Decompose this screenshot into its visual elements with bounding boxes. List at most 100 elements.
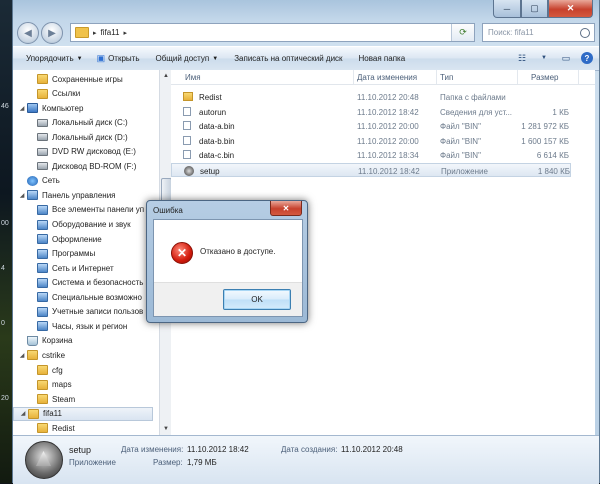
refresh-button[interactable]: ⟳: [451, 24, 474, 41]
ok-button[interactable]: OK: [223, 289, 291, 310]
file-row[interactable]: data-a.bin 11.10.2012 20:00 Файл "BIN" 1 28…: [171, 119, 571, 133]
nav-item[interactable]: Часы, язык и регион: [13, 319, 153, 333]
file-row[interactable]: Redist 11.10.2012 20:48 Папка с файлами: [171, 90, 571, 104]
file-date: 11.10.2012 18:42: [357, 107, 419, 117]
caption-buttons: ─ ▢ ✕: [493, 0, 593, 18]
column-divider[interactable]: [436, 70, 437, 84]
maximize-button[interactable]: ▢: [521, 0, 548, 18]
nav-item[interactable]: ◢ fifa11: [13, 406, 153, 421]
column-size[interactable]: Размер: [531, 73, 559, 82]
folder-icon: [183, 92, 193, 101]
file-row[interactable]: data-b.bin 11.10.2012 20:00 Файл "BIN" 1 60…: [171, 134, 571, 148]
address-bar[interactable]: ▸ fifa11 ▸ ⟳: [70, 23, 475, 42]
nav-item[interactable]: Оформление: [13, 232, 153, 246]
column-divider[interactable]: [578, 70, 579, 84]
nav-item[interactable]: maps: [13, 378, 153, 392]
nav-item[interactable]: Все элементы панели уп: [13, 203, 153, 217]
expand-arrow-icon[interactable]: ◢: [18, 352, 26, 359]
burn-button[interactable]: Записать на оптический диск: [234, 54, 342, 63]
folder-icon: [28, 408, 39, 419]
nav-item[interactable]: ◢ Панель управления: [13, 188, 153, 202]
nav-item-label: Сеть и Интернет: [52, 263, 114, 273]
nav-item[interactable]: Корзина: [13, 334, 153, 348]
minimize-button[interactable]: ─: [493, 0, 521, 18]
nav-item-label: Программы: [52, 249, 96, 259]
setup-app-icon: [184, 166, 194, 176]
expand-arrow-icon[interactable]: ◢: [18, 105, 26, 112]
nav-item-label: Локальный диск (C:): [52, 118, 128, 128]
organize-button[interactable]: Упорядочить ▼: [26, 54, 83, 63]
file-row[interactable]: setup 11.10.2012 18:42 Приложение 1 840 КБ: [171, 163, 571, 177]
nav-item[interactable]: DVD RW дисковод (E:): [13, 145, 153, 159]
desktop-label: 00: [1, 220, 9, 227]
file-icon: [183, 106, 191, 116]
expand-arrow-icon[interactable]: ◢: [19, 410, 27, 417]
nav-item[interactable]: Steam: [13, 392, 153, 406]
search-placeholder: Поиск: fifa11: [488, 28, 534, 37]
nav-item[interactable]: Учетные записи пользов: [13, 305, 153, 319]
nav-item-label: Дисковод BD-ROM (F:): [52, 161, 137, 171]
chevron-down-icon: ▼: [212, 55, 219, 62]
control-panel-icon: [37, 321, 48, 332]
chevron-right-icon[interactable]: ▸: [93, 29, 97, 37]
share-button[interactable]: Общий доступ ▼: [156, 54, 219, 63]
nav-item[interactable]: Дисковод BD-ROM (F:): [13, 159, 153, 173]
nav-item[interactable]: Оборудование и звук: [13, 218, 153, 232]
nav-item[interactable]: Система и безопасность: [13, 276, 153, 290]
open-button[interactable]: ▣ Открыть: [97, 53, 140, 64]
file-row[interactable]: data-c.bin 11.10.2012 18:34 Файл "BIN" 6 61…: [171, 148, 571, 162]
nav-item-label: Сеть: [42, 176, 60, 186]
nav-item[interactable]: Локальный диск (D:): [13, 130, 153, 144]
file-type: Папка с файлами: [440, 93, 506, 102]
file-type: Файл "BIN": [440, 151, 481, 161]
desktop-label: 4: [1, 265, 5, 272]
nav-item[interactable]: Ссылки: [13, 87, 153, 101]
nav-item[interactable]: ◢ cstrike: [13, 348, 153, 362]
folder-icon: [37, 88, 48, 99]
nav-item-label: Часы, язык и регион: [52, 321, 128, 331]
folder-icon: [37, 394, 48, 405]
nav-item[interactable]: Сеть: [13, 174, 153, 188]
dialog-close-button[interactable]: ✕: [270, 201, 302, 216]
nav-item-label: cfg: [52, 365, 63, 375]
column-type[interactable]: Тип: [440, 73, 453, 82]
close-button[interactable]: ✕: [548, 0, 593, 18]
column-divider[interactable]: [353, 70, 354, 84]
chevron-right-icon[interactable]: ▸: [124, 29, 128, 37]
chevron-down-icon: ▼: [76, 55, 83, 62]
file-date: 11.10.2012 20:00: [357, 122, 419, 132]
nav-item[interactable]: Redist: [13, 421, 153, 435]
expand-arrow-icon[interactable]: ◢: [18, 192, 26, 199]
nav-item[interactable]: Сохраненные игры: [13, 72, 153, 86]
view-options-icon[interactable]: ☷: [515, 51, 529, 65]
drive-icon: [37, 147, 48, 156]
help-icon[interactable]: ?: [581, 52, 593, 64]
nav-item[interactable]: ◢ Компьютер: [13, 101, 153, 115]
nav-item[interactable]: Сеть и Интернет: [13, 261, 153, 275]
details-pane: setup Приложение Дата изменения: 11.10.2…: [13, 435, 599, 484]
column-name[interactable]: Имя: [185, 73, 201, 82]
new-folder-button[interactable]: Новая папка: [359, 54, 406, 63]
desktop-label: 0: [1, 320, 5, 327]
file-row[interactable]: autorun 11.10.2012 18:42 Сведения для уст.…: [171, 105, 571, 119]
address-path[interactable]: fifa11: [101, 28, 120, 37]
column-date[interactable]: Дата изменения: [357, 73, 417, 82]
nav-item[interactable]: Специальные возможно: [13, 290, 153, 304]
drive-icon: [37, 133, 48, 142]
nav-item[interactable]: Программы: [13, 247, 153, 261]
nav-item-label: cstrike: [42, 350, 66, 360]
open-label: Открыть: [108, 54, 140, 63]
back-button[interactable]: ◀: [17, 22, 39, 44]
column-divider[interactable]: [517, 70, 518, 84]
nav-item[interactable]: cfg: [13, 363, 153, 377]
control-panel-icon: [27, 190, 38, 201]
search-input[interactable]: Поиск: fifa11: [482, 23, 595, 42]
nav-item[interactable]: Локальный диск (C:): [13, 116, 153, 130]
address-row: ◀ ▶ ▸ fifa11 ▸ ⟳ Поиск: fifa11: [17, 21, 595, 44]
chevron-down-icon[interactable]: ▼: [537, 51, 551, 65]
forward-button[interactable]: ▶: [41, 22, 63, 44]
folder-icon: [37, 423, 48, 434]
nav-item-label: Оборудование и звук: [52, 220, 131, 229]
folder-icon: [37, 379, 48, 390]
preview-pane-icon[interactable]: ▭: [559, 51, 573, 65]
